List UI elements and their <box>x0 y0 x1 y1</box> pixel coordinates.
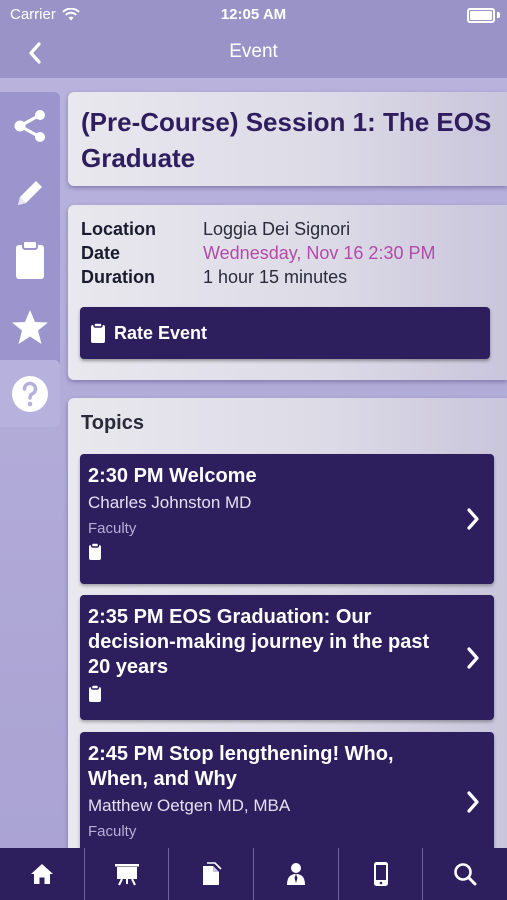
tab-search[interactable] <box>423 848 507 900</box>
share-icon <box>14 109 45 142</box>
rate-event-button[interactable]: Rate Event <box>80 307 490 359</box>
date-label: Date <box>81 243 121 263</box>
chevron-right-icon <box>467 791 479 813</box>
tab-presentations[interactable] <box>85 848 170 900</box>
pencil-icon <box>18 180 42 205</box>
date-row: Date Wednesday, Nov 16 2:30 PM <box>81 241 495 265</box>
duration-row: Duration 1 hour 15 minutes <box>81 265 495 289</box>
mobile-icon <box>373 862 388 886</box>
status-bar: Carrier 12:05 AM <box>0 0 507 30</box>
clipboard-icon <box>91 322 105 343</box>
favorite-button[interactable] <box>0 293 60 360</box>
duration-label: Duration <box>81 267 155 287</box>
location-row: Location Loggia Dei Signori <box>81 217 495 241</box>
chevron-right-icon <box>467 508 479 530</box>
chevron-right-icon <box>467 646 479 669</box>
tab-bar <box>0 848 507 900</box>
event-title-card: (Pre-Course) Session 1: The EOS Graduate <box>68 92 507 186</box>
search-icon <box>454 863 477 886</box>
topic-item[interactable]: 2:30 PM Welcome Charles Johnston MD Facu… <box>80 454 494 584</box>
topics-heading: Topics <box>81 412 144 434</box>
edit-button[interactable] <box>0 159 60 226</box>
topic-title: 2:35 PM EOS Graduation: Our decision-mak… <box>88 606 430 678</box>
action-sidebar <box>0 92 60 427</box>
topics-card: Topics 2:30 PM Welcome Charles Johnston … <box>68 398 507 872</box>
page-title: Event <box>229 41 278 62</box>
help-icon <box>12 375 48 412</box>
tab-home[interactable] <box>0 848 85 900</box>
location-value: Loggia Dei Signori <box>203 219 351 239</box>
battery-icon <box>467 8 495 23</box>
topic-clipboard <box>88 684 450 708</box>
rate-event-label: Rate Event <box>114 322 208 343</box>
topic-title: 2:30 PM Welcome <box>88 465 257 487</box>
location-label: Location <box>81 219 156 239</box>
event-info-card: Location Loggia Dei Signori Date Wednesd… <box>68 205 507 380</box>
clipboard-icon <box>89 542 101 560</box>
documents-icon <box>203 862 222 885</box>
topic-speaker: Charles Johnston MD <box>88 493 252 512</box>
share-button[interactable] <box>0 92 60 159</box>
tab-speakers[interactable] <box>254 848 339 900</box>
tab-documents[interactable] <box>169 848 255 900</box>
help-button[interactable] <box>0 360 60 427</box>
home-icon <box>30 864 53 884</box>
topic-speaker: Matthew Oetgen MD, MBA <box>88 796 291 815</box>
topic-role: Faculty <box>88 823 137 840</box>
star-icon <box>12 309 48 344</box>
clipboard-icon <box>16 239 44 279</box>
tab-mobile[interactable] <box>339 848 424 900</box>
topic-role: Faculty <box>88 520 137 537</box>
nav-bar: Event <box>0 30 507 78</box>
person-icon <box>286 863 305 885</box>
date-value[interactable]: Wednesday, Nov 16 2:30 PM <box>203 241 435 265</box>
notes-button[interactable] <box>0 226 60 293</box>
status-time: 12:05 AM <box>220 6 287 23</box>
clipboard-icon <box>89 684 101 702</box>
battery-tip <box>497 12 500 18</box>
event-title: (Pre-Course) Session 1: The EOS Graduate <box>81 107 492 173</box>
topic-title: 2:45 PM Stop lengthening! Who, When, and… <box>88 743 394 790</box>
presentation-icon <box>114 864 139 886</box>
topic-clipboard <box>88 542 450 566</box>
duration-value: 1 hour 15 minutes <box>203 267 348 287</box>
topic-item[interactable]: 2:35 PM EOS Graduation: Our decision-mak… <box>80 595 494 720</box>
